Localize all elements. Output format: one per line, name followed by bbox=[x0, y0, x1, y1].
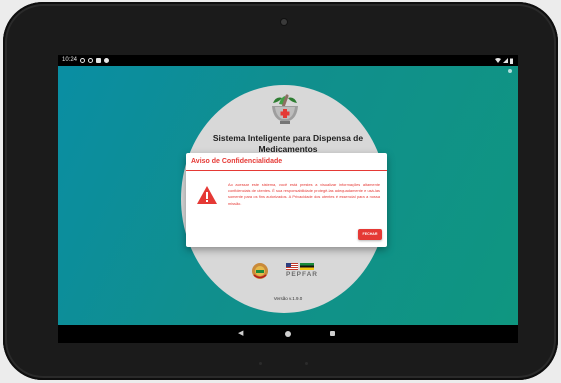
signal-icon bbox=[503, 58, 508, 63]
close-button[interactable]: FECHAR bbox=[358, 229, 382, 240]
us-flag-icon bbox=[286, 263, 298, 270]
confidentiality-dialog: Aviso de Confidencialidade Ao acessar es… bbox=[186, 153, 387, 247]
status-bar: 10:24 bbox=[58, 55, 518, 66]
back-icon[interactable]: ◀ bbox=[238, 330, 243, 338]
app-screen: Sistema Inteligente para Dispensa de Med… bbox=[58, 66, 518, 325]
pepfar-text: PEPFAR bbox=[286, 271, 319, 278]
mozambique-flag-icon bbox=[300, 263, 314, 270]
mortar-pestle-logo-icon bbox=[272, 94, 298, 124]
version-label: Versão v.1.9.0 bbox=[273, 296, 303, 301]
mozambique-emblem-icon bbox=[252, 263, 268, 279]
image-icon bbox=[96, 58, 102, 63]
dialog-message: Ao acessar este sistema, você está prest… bbox=[228, 182, 380, 206]
device-screen: 10:24 Sistema Inteligente para Dispensa … bbox=[58, 55, 518, 343]
app-title: Sistema Inteligente para Dispensa de Med… bbox=[212, 133, 364, 154]
sensor-dot bbox=[259, 362, 262, 365]
pepfar-logo: PEPFAR bbox=[286, 263, 326, 285]
sensor-dot bbox=[305, 362, 308, 365]
front-camera bbox=[281, 19, 287, 25]
wifi-icon bbox=[495, 58, 501, 63]
home-icon[interactable] bbox=[285, 331, 291, 337]
navigation-bar: ◀ bbox=[58, 325, 518, 343]
circle-icon bbox=[88, 58, 94, 63]
warning-icon bbox=[197, 186, 217, 204]
dialog-title: Aviso de Confidencialidade bbox=[191, 158, 283, 165]
dialog-divider bbox=[186, 170, 387, 171]
circle-icon bbox=[80, 58, 86, 63]
tablet-frame: 10:24 Sistema Inteligente para Dispensa … bbox=[3, 2, 558, 380]
battery-icon bbox=[510, 58, 513, 64]
recent-apps-icon[interactable] bbox=[330, 331, 335, 336]
menu-dot-icon[interactable] bbox=[508, 69, 512, 73]
settings-icon bbox=[104, 58, 110, 63]
status-time: 10:24 bbox=[62, 57, 78, 63]
